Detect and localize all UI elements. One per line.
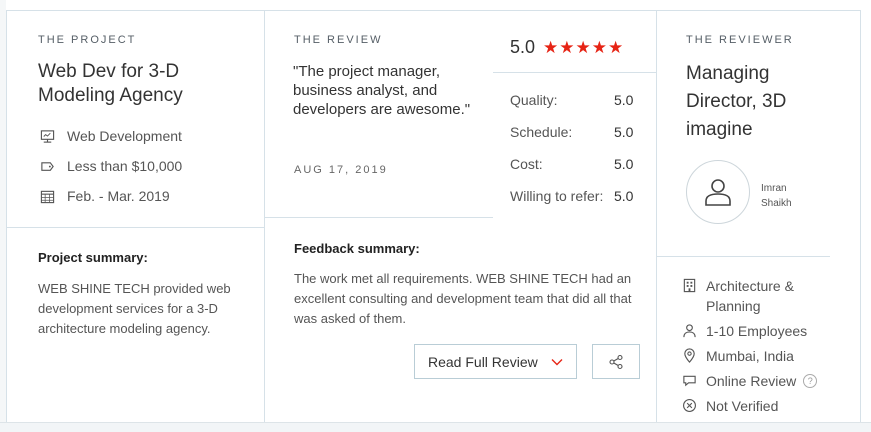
reviewer-name-line: Shaikh [761, 198, 792, 209]
rating-value: 5.0 [614, 156, 634, 172]
project-title-line: Modeling Agency [38, 85, 183, 106]
price-tag-icon [41, 161, 54, 171]
reviewer-employees: 1-10 Employees [682, 321, 807, 341]
reviewer-name-line: Imran [761, 183, 787, 194]
reviewer-title-line: Managing [686, 63, 770, 84]
reviewer-verification: Not Verified [682, 396, 778, 416]
chevron-down-icon [551, 359, 563, 366]
review-date: AUG 17, 2019 [294, 164, 388, 176]
project-title-line: Web Dev for 3-D [38, 61, 180, 82]
reviewer-eyebrow: THE REVIEWER [686, 34, 794, 46]
not-verified-icon [683, 399, 696, 412]
project-budget: Less than $10,000 [40, 158, 182, 174]
reviewer-location: Mumbai, India [682, 346, 794, 366]
next-card-edge [0, 422, 871, 432]
column-divider [264, 10, 265, 422]
star-rating-icon: ★★★★★ [543, 37, 625, 57]
rating-label: Quality: [510, 92, 558, 108]
reviewer-title: Managing Director, 3D imagine [686, 60, 786, 144]
reviewer-name: Imran Shaikh [761, 181, 792, 211]
overall-rating: 5.0 ★★★★★ [510, 37, 624, 58]
rating-value: 5.0 [614, 188, 634, 204]
review-divider [265, 217, 493, 218]
industry-line: Planning [706, 298, 761, 314]
project-title: Web Dev for 3-D Modeling Agency [38, 60, 183, 108]
reviewer-industry: Architecture & Planning [682, 276, 794, 316]
location-label: Mumbai, India [706, 348, 794, 364]
reviewer-review-type: Online Review ? [682, 371, 818, 391]
avatar [686, 160, 750, 224]
reviewer-title-line: Director, 3D [686, 91, 787, 112]
reviewer-divider [657, 256, 830, 257]
read-full-review-button[interactable]: Read Full Review [414, 344, 577, 379]
overall-score: 5.0 [510, 37, 536, 57]
rating-label: Schedule: [510, 124, 573, 140]
user-icon [705, 179, 731, 206]
rating-value: 5.0 [614, 124, 634, 140]
project-summary-text: WEB SHINE TECH provided web development … [38, 281, 231, 336]
column-divider [656, 10, 657, 422]
verification-label: Not Verified [706, 398, 779, 414]
rating-label: Willing to refer: [510, 188, 604, 204]
share-icon [609, 354, 623, 369]
location-pin-icon [684, 348, 695, 363]
read-full-review-label: Read Full Review [428, 353, 538, 370]
service-label: Web Development [67, 128, 182, 144]
monitor-icon [40, 129, 55, 143]
person-icon [683, 324, 696, 338]
feedback-summary-heading: Feedback summary: [294, 241, 420, 256]
dates-label: Feb. - Mar. 2019 [67, 188, 170, 204]
industry-line: Architecture & [706, 278, 794, 294]
review-eyebrow: THE REVIEW [294, 34, 383, 46]
rating-divider [493, 72, 656, 73]
reviewer-title-line: imagine [686, 119, 753, 140]
rating-label: Cost: [510, 156, 543, 172]
employees-label: 1-10 Employees [706, 323, 808, 339]
help-icon[interactable]: ? [803, 374, 818, 388]
building-icon [683, 278, 696, 293]
share-button[interactable] [592, 344, 640, 379]
project-divider [7, 227, 264, 228]
chat-bubble-icon [683, 375, 696, 387]
project-eyebrow: THE PROJECT [38, 34, 137, 46]
review-type-label: Online Review [706, 373, 797, 389]
budget-label: Less than $10,000 [67, 158, 183, 174]
project-summary-heading: Project summary: [38, 250, 148, 265]
project-service: Web Development [40, 128, 182, 144]
project-dates: Feb. - Mar. 2019 [40, 188, 170, 204]
rating-value: 5.0 [614, 92, 634, 108]
feedback-summary-text: The work met all requirements. WEB SHINE… [294, 271, 632, 326]
calendar-icon [40, 190, 55, 203]
review-quote: "The project manager, business analyst, … [293, 63, 471, 118]
